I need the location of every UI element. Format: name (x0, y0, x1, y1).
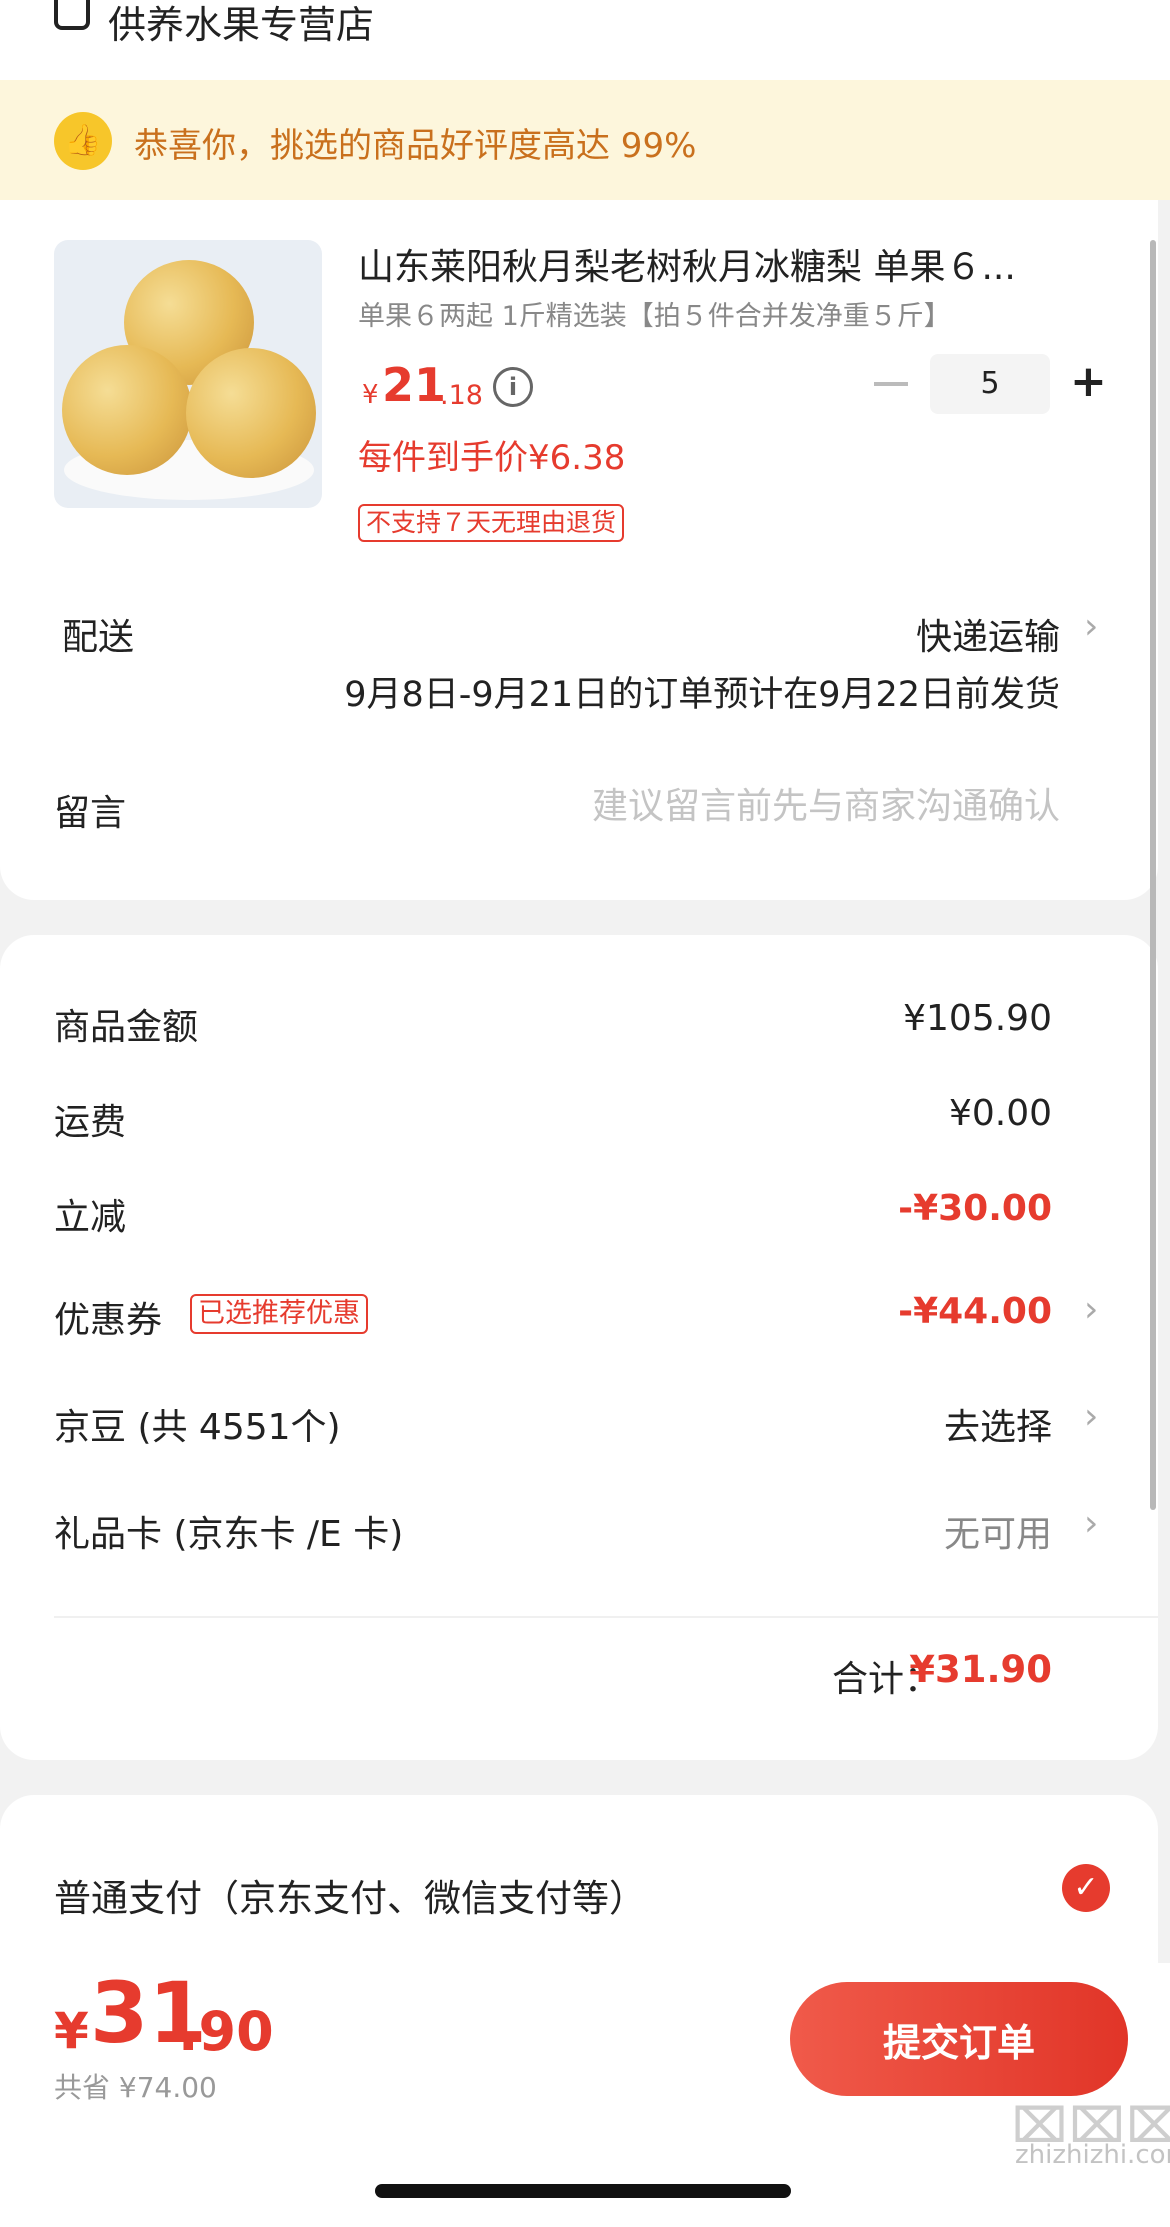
price-summary-card (0, 935, 1158, 1760)
watermark-text: zhizhizhi.com (1015, 2140, 1170, 2170)
shipping-fee-label: 运费 (54, 1102, 127, 1143)
divider (54, 1616, 1158, 1618)
delivery-label: 配送 (62, 617, 135, 658)
per-item-price: 每件到手价¥6.38 (358, 438, 626, 478)
no-return-tag: 不支持７天无理由退货 (358, 504, 625, 542)
price-integer: 21 (382, 358, 447, 412)
gift-card-value[interactable]: 无可用 (944, 1505, 1052, 1557)
message-input[interactable] (400, 780, 1060, 832)
coupon-label: 优惠券 (54, 1300, 163, 1341)
total-value: ¥31.90 (909, 1648, 1052, 1691)
instant-discount-label: 立减 (54, 1197, 127, 1238)
quantity-input[interactable]: 5 (930, 354, 1050, 414)
quantity-plus-button[interactable]: + (1070, 352, 1107, 412)
home-indicator[interactable] (375, 2184, 791, 2198)
message-label: 留言 (54, 793, 127, 834)
scrollbar[interactable] (1150, 240, 1156, 1510)
product-spec: 单果６两起 1斤精选装【拍５件合并发净重５斤】 (358, 301, 951, 332)
chevron-right-icon[interactable]: › (1084, 606, 1098, 647)
payment-method-label[interactable]: 普通支付（京东支付、微信支付等） (54, 1868, 646, 1922)
delivery-method[interactable]: 快递运输 (916, 608, 1060, 660)
checkout-total-decimal: .90 (178, 2000, 274, 2063)
chevron-right-icon[interactable]: › (1084, 1503, 1098, 1544)
saved-amount: 共省 ¥74.00 (54, 2071, 217, 2104)
coupon-value[interactable]: -¥44.00 (898, 1291, 1052, 1332)
instant-discount-value: -¥30.00 (898, 1188, 1052, 1229)
thumbs-up-icon: 👍 (54, 112, 112, 170)
chevron-right-icon[interactable]: › (1084, 1396, 1098, 1437)
chevron-right-icon[interactable]: › (1084, 1289, 1098, 1330)
checkout-currency: ¥ (54, 2002, 89, 2060)
coupon-tag: 已选推荐优惠 (190, 1294, 368, 1334)
price-decimal: .18 (440, 380, 483, 411)
goods-amount-label: 商品金额 (54, 1007, 199, 1048)
shipping-fee-value: ¥0.00 (948, 1093, 1052, 1134)
price-symbol: ¥ (362, 380, 379, 410)
praise-banner-text: 恭喜你，挑选的商品好评度高达 99% (134, 126, 697, 166)
store-icon (54, 0, 90, 30)
quantity-minus-button[interactable] (874, 382, 908, 386)
store-name[interactable]: 供养水果专营店 (108, 0, 374, 49)
info-icon[interactable]: i (493, 367, 533, 407)
check-icon[interactable]: ✓ (1062, 1864, 1110, 1912)
gift-card-label: 礼品卡 (京东卡 /E 卡) (54, 1514, 404, 1555)
submit-order-button[interactable]: 提交订单 (790, 1982, 1128, 2096)
product-title[interactable]: 山东莱阳秋月梨老树秋月冰糖梨 单果６... (358, 238, 1016, 290)
jd-beans-label: 京豆 (共 4551个) (54, 1407, 341, 1448)
jd-beans-select[interactable]: 去选择 (944, 1398, 1052, 1450)
delivery-note: 9月8日-9月21日的订单预计在9月22日前发货 (344, 675, 1060, 715)
product-image[interactable] (54, 240, 322, 508)
goods-amount-value: ¥105.90 (903, 998, 1052, 1039)
